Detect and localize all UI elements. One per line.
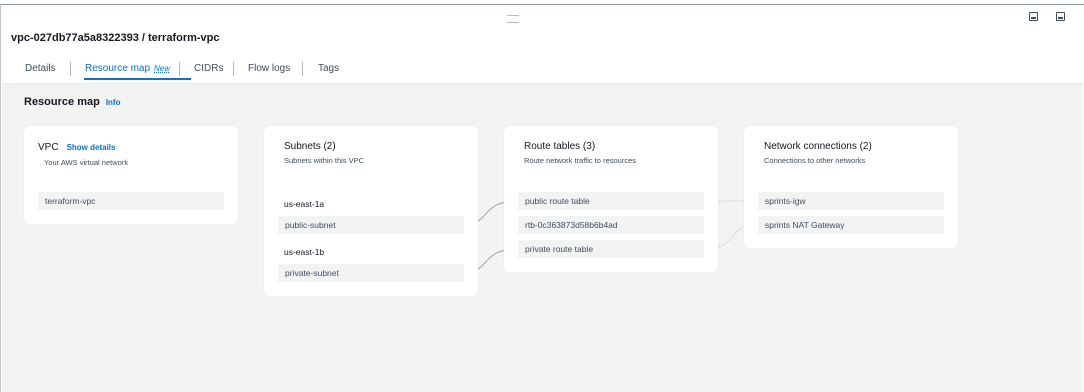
tab-resource-map-label: Resource map <box>85 63 151 74</box>
tab-divider <box>302 62 303 76</box>
network-connection-item-nat[interactable]: sprints NAT Gateway <box>758 216 944 234</box>
network-connections-card-title: Network connections (2) <box>764 141 872 152</box>
subnets-card-title: Subnets (2) <box>284 141 336 152</box>
vpc-card: VPC Show details Your AWS virtual network… <box>24 126 238 224</box>
resource-map-title: Resource map <box>24 96 100 108</box>
active-tab-indicator <box>84 78 191 80</box>
az-label-us-east-1b: us-east-1b <box>284 247 325 257</box>
network-connections-card: Network connections (2) Connections to o… <box>744 126 958 248</box>
tab-tags[interactable]: Tags <box>318 58 339 82</box>
route-tables-card: Route tables (3) Route network traffic t… <box>504 126 718 272</box>
vpc-card-title: VPC <box>38 142 59 153</box>
page-title: vpc-027db77a5a8322393 / terraform-vpc <box>11 32 220 44</box>
tab-details[interactable]: Details <box>25 58 56 82</box>
vpc-card-header: VPC Show details <box>38 142 115 153</box>
panel-resize-handle[interactable] <box>507 15 519 23</box>
new-badge: New <box>154 64 171 73</box>
subnets-card: Subnets (2) Subnets within this VPC us-e… <box>264 126 478 296</box>
subnet-item-public-subnet[interactable]: public-subnet <box>278 216 464 234</box>
route-table-item-public[interactable]: public route table <box>518 192 704 210</box>
tab-divider <box>179 62 180 76</box>
show-details-link[interactable]: Show details <box>67 143 116 152</box>
tab-divider <box>70 62 71 76</box>
tab-flow-logs[interactable]: Flow logs <box>248 58 290 82</box>
vpc-card-subtitle: Your AWS virtual network <box>44 158 129 167</box>
maximize-panel-icon[interactable] <box>1056 12 1065 21</box>
tab-cidrs[interactable]: CIDRs <box>194 58 223 82</box>
info-link[interactable]: Info <box>106 98 121 107</box>
tab-divider <box>233 62 234 76</box>
route-table-item-rtb-id[interactable]: rtb-0c363873d58b6b4ad <box>518 216 704 234</box>
route-tables-card-title: Route tables (3) <box>524 141 596 152</box>
minimize-panel-icon[interactable] <box>1029 12 1038 21</box>
subnet-item-private-subnet[interactable]: private-subnet <box>278 264 464 282</box>
network-connections-card-subtitle: Connections to other networks <box>764 156 866 165</box>
resource-map-heading: Resource map Info <box>24 96 120 108</box>
subnets-card-subtitle: Subnets within this VPC <box>284 156 365 165</box>
route-table-item-private[interactable]: private route table <box>518 240 704 258</box>
network-connection-item-igw[interactable]: sprints-igw <box>758 192 944 210</box>
vpc-item-terraform-vpc[interactable]: terraform-vpc <box>38 192 224 210</box>
route-tables-card-subtitle: Route network traffic to resources <box>524 156 636 165</box>
az-label-us-east-1a: us-east-1a <box>284 199 325 209</box>
